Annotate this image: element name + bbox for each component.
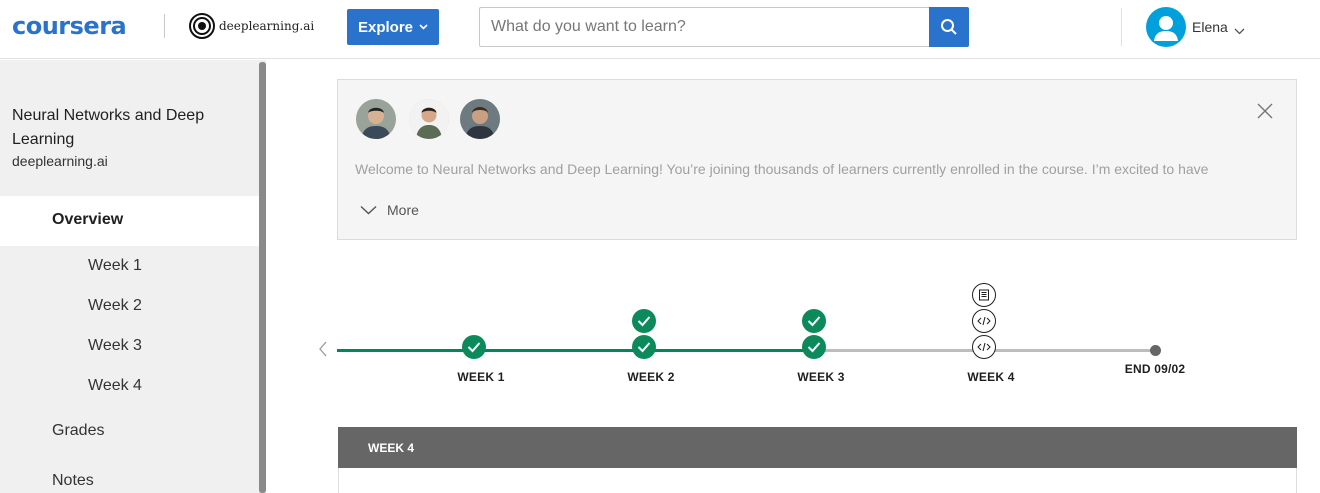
search-placeholder: What do you want to learn? bbox=[491, 18, 686, 35]
welcome-message: Welcome to Neural Networks and Deep Lear… bbox=[355, 161, 1209, 177]
partner-logo[interactable]: deeplearning.ai bbox=[189, 13, 314, 39]
logo-divider bbox=[164, 14, 165, 38]
chevron-left-icon[interactable] bbox=[318, 341, 328, 357]
explore-button[interactable]: Explore bbox=[347, 9, 439, 45]
instructor-avatar[interactable] bbox=[356, 99, 396, 139]
sidebar-item-week-4[interactable]: Week 4 bbox=[88, 377, 142, 395]
chevron-down-icon bbox=[419, 22, 428, 33]
timeline-label-week-4[interactable]: WEEK 4 bbox=[954, 370, 1028, 384]
timeline-label-week-3[interactable]: WEEK 3 bbox=[784, 370, 858, 384]
instructor-photo-icon bbox=[356, 99, 396, 139]
more-toggle[interactable]: More bbox=[360, 202, 419, 218]
explore-label: Explore bbox=[357, 18, 414, 36]
course-title: Neural Networks and Deep Learning bbox=[12, 107, 205, 148]
check-icon[interactable] bbox=[802, 335, 826, 359]
course-organization: deeplearning.ai bbox=[12, 153, 108, 169]
sidebar-item-notes[interactable]: Notes bbox=[52, 472, 94, 490]
week-section-title: WEEK 4 bbox=[368, 441, 415, 455]
sidebar-scrollbar-thumb[interactable] bbox=[259, 62, 266, 493]
reading-icon[interactable] bbox=[972, 283, 996, 307]
top-header: coursera deeplearning.ai Explore What do… bbox=[0, 0, 1320, 59]
check-icon[interactable] bbox=[632, 309, 656, 333]
chevron-down-icon bbox=[360, 205, 377, 215]
partner-name: deeplearning.ai bbox=[219, 19, 315, 33]
sidebar-item-week-3[interactable]: Week 3 bbox=[88, 337, 142, 355]
user-name[interactable]: Elena bbox=[1192, 19, 1228, 35]
timeline-label-week-1[interactable]: WEEK 1 bbox=[444, 370, 518, 384]
week-section-content bbox=[338, 468, 1297, 493]
check-icon[interactable] bbox=[462, 335, 486, 359]
sidebar-item-label: Overview bbox=[52, 211, 124, 228]
user-icon bbox=[1154, 16, 1178, 41]
timeline-label-end: END 09/02 bbox=[1124, 362, 1186, 376]
sidebar-item-overview[interactable]: Overview bbox=[0, 196, 259, 246]
coursera-logo[interactable]: coursera bbox=[12, 12, 127, 40]
more-label: More bbox=[387, 202, 419, 218]
sidebar-item-grades[interactable]: Grades bbox=[52, 422, 104, 440]
instructor-photo-icon bbox=[460, 99, 500, 139]
code-icon[interactable] bbox=[972, 309, 996, 333]
search-icon bbox=[941, 19, 957, 35]
timeline-end-dot bbox=[1150, 345, 1161, 356]
header-divider bbox=[1121, 8, 1122, 46]
timeline-progress-complete bbox=[337, 349, 815, 352]
close-icon[interactable] bbox=[1256, 102, 1274, 120]
code-icon[interactable] bbox=[972, 335, 996, 359]
sidebar-item-week-2[interactable]: Week 2 bbox=[88, 297, 142, 315]
search-input[interactable]: What do you want to learn? bbox=[479, 7, 930, 47]
instructor-avatar[interactable] bbox=[460, 99, 500, 139]
instructor-avatar[interactable] bbox=[409, 99, 449, 139]
instructor-photo-icon bbox=[409, 99, 449, 139]
chevron-down-icon[interactable] bbox=[1234, 22, 1245, 40]
timeline-label-week-2[interactable]: WEEK 2 bbox=[614, 370, 688, 384]
sidebar-item-week-1[interactable]: Week 1 bbox=[88, 257, 142, 275]
search-button[interactable] bbox=[929, 7, 969, 47]
welcome-panel: Welcome to Neural Networks and Deep Lear… bbox=[337, 79, 1297, 240]
check-icon[interactable] bbox=[632, 335, 656, 359]
user-avatar[interactable] bbox=[1146, 7, 1186, 47]
check-icon[interactable] bbox=[802, 309, 826, 333]
week-section-header: WEEK 4 bbox=[338, 427, 1297, 468]
deeplearning-logo-icon bbox=[189, 13, 215, 39]
